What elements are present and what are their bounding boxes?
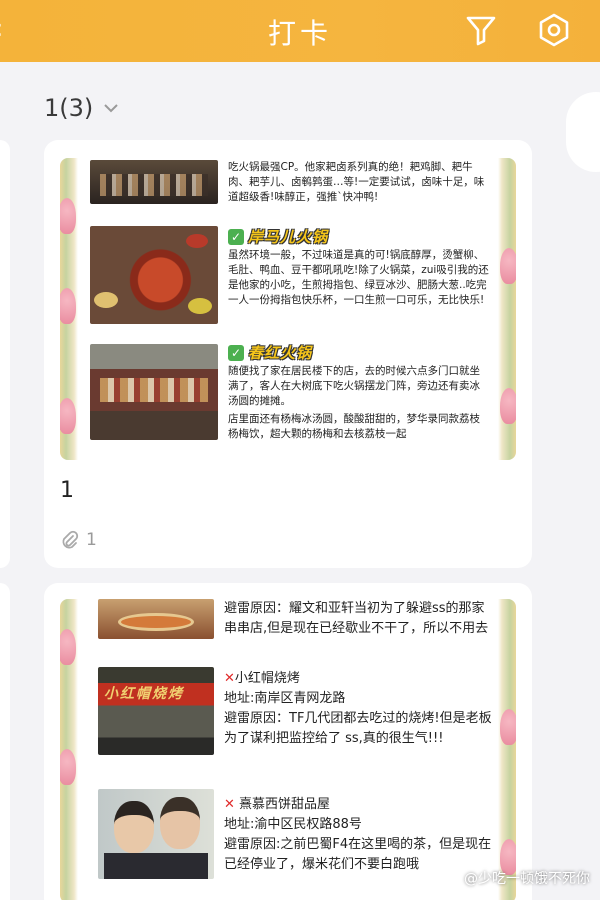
note-image[interactable]: 吃火锅最强CP。他家耙卤系列真的绝！耙鸡脚、耙牛肉、耙芋儿、卤鹌鹑蛋…等!一定要… [60, 158, 516, 460]
skewer-pot-photo [98, 599, 214, 639]
check-icon: ✓ [228, 344, 244, 361]
prev-card-edge [0, 583, 10, 900]
tulip-decoration [500, 388, 516, 424]
filter-icon[interactable] [464, 13, 498, 47]
tulip-decoration [500, 248, 516, 284]
bbq-shop-photo: 小红帽烧烤 [98, 667, 214, 755]
tulip-decoration [60, 629, 76, 665]
section-body: 随便找了家在居民楼下的店，去的时候六点多门口就坐满了，客人在大树底下吃火锅摆龙门… [228, 365, 480, 407]
place-address: 地址:南岸区青网龙路 [224, 691, 346, 706]
group-selector[interactable]: 1(3) [44, 94, 119, 122]
note-card[interactable]: 避雷原因：耀文和亚轩当初为了躲避ss的那家串串店,但是现在已经歇业不干了，所以不… [44, 583, 532, 900]
note-image[interactable]: 避雷原因：耀文和亚轩当初为了躲避ss的那家串串店,但是现在已经歇业不干了，所以不… [60, 599, 516, 900]
top-bar: ‹ 打卡 [0, 0, 600, 62]
chevron-down-icon [104, 104, 118, 113]
note-card[interactable]: 吃火锅最强CP。他家耙卤系列真的绝！耙鸡脚、耙牛肉、耙芋儿、卤鹌鹑蛋…等!一定要… [44, 140, 532, 568]
prev-card-edge [0, 140, 10, 568]
attachment-indicator[interactable]: 1 [60, 530, 97, 550]
section-body: 店里面还有杨梅冰汤圆，酸酸甜甜的，梦华录同款荔枝杨梅饮，超大颗的杨梅和去核荔枝一… [228, 413, 480, 440]
tulip-decoration [60, 198, 76, 234]
next-column-edge [566, 92, 600, 172]
place-address: 地址:渝中区民权路88号 [224, 817, 362, 832]
page-title: 打卡 [267, 17, 332, 50]
section-body: 虽然环境一般，不过味道是真的可!锅底醇厚，烫蟹柳、毛肚、鸭血、豆干都吼吼吃!除了… [228, 249, 489, 306]
tulip-decoration [60, 288, 76, 324]
hotpot-photo [90, 226, 218, 324]
group-selector-label: 1(3) [44, 94, 94, 122]
watermark: @少吃一顿饿不死你 [464, 871, 590, 887]
avoid-reason-text: 避雷原因：耀文和亚轩当初为了躲避ss的那家串串店,但是现在已经歇业不干了，所以不… [224, 601, 489, 636]
cross-icon: ✕ [224, 671, 235, 686]
intro-text: 吃火锅最强CP。他家耙卤系列真的绝！耙鸡脚、耙牛肉、耙芋儿、卤鹌鹑蛋…等!一定要… [228, 161, 485, 203]
cross-icon: ✕ [224, 797, 235, 812]
attachment-count: 1 [86, 530, 97, 550]
settings-icon[interactable] [536, 12, 572, 48]
check-icon: ✓ [228, 228, 244, 245]
tulip-decoration [60, 749, 76, 785]
place-name: ✕ 熹慕西饼甜品屋 [224, 797, 331, 812]
paperclip-icon [62, 530, 79, 549]
section-heading: ✓ 岸马儿火锅 [228, 226, 328, 247]
street-photo [90, 160, 218, 204]
hotpot-table-photo [90, 344, 218, 440]
selfie-photo [98, 789, 214, 879]
tulip-decoration [60, 398, 76, 434]
avoid-reason-text: 避雷原因:之前巴蜀F4在这里喝的茶，但是现在已经停业了，爆米花们不要白跑哦 [224, 837, 492, 872]
avoid-reason-text: 避雷原因：TF几代团都去吃过的烧烤!但是老板为了谋利把监控给了 ss,真的很生气… [224, 711, 492, 746]
section-heading: ✓ 春红火锅 [228, 342, 312, 363]
note-title: 1 [60, 478, 74, 503]
place-name: ✕小红帽烧烤 [224, 671, 300, 686]
tulip-decoration [500, 709, 516, 745]
